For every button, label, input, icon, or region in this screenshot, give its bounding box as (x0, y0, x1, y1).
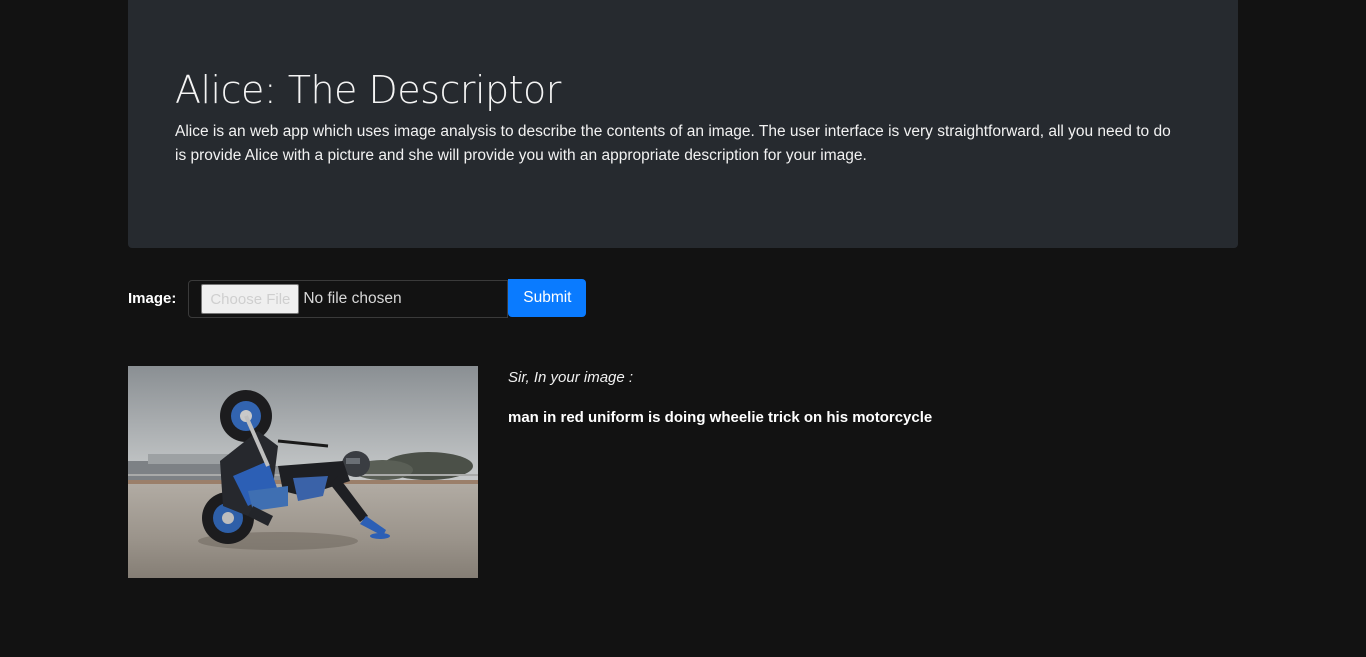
app-description: Alice is an web app which uses image ana… (175, 123, 1171, 164)
submit-button[interactable]: Submit (508, 279, 587, 317)
choose-file-button[interactable]: Choose File (201, 284, 300, 314)
motorcycle-wheelie-photo (128, 366, 478, 578)
header-jumbotron: Alice: The Descriptor Alice is an web ap… (128, 0, 1238, 248)
result-intro-text: Sir, In your image : (508, 369, 634, 386)
image-description: man in red uniform is doing wheelie tric… (508, 409, 933, 426)
file-input[interactable]: Choose File No file chosen (188, 280, 509, 318)
page-title: Alice: The Descriptor (175, 68, 561, 112)
upload-form: Image: Choose File No file chosen Submit (128, 279, 587, 318)
image-field-label: Image: (128, 289, 177, 307)
uploaded-image (128, 366, 478, 578)
file-status-text: No file chosen (303, 290, 402, 307)
